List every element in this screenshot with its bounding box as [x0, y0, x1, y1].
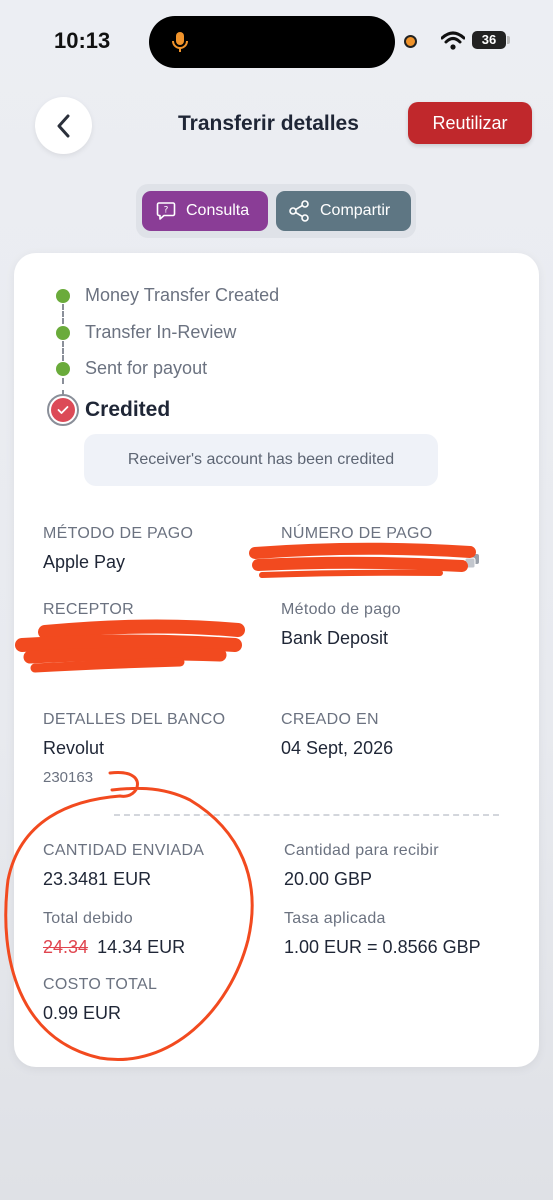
step-complete-dot — [56, 325, 70, 340]
transfer-detail-card: Money Transfer Created Transfer In-Revie… — [14, 253, 539, 1067]
step-current-ring — [47, 394, 79, 426]
share-icon — [289, 200, 309, 222]
step-label: Sent for payout — [85, 358, 208, 378]
step-label: Credited — [85, 398, 171, 421]
original-amount: 24.34 — [43, 937, 89, 957]
consulta-button[interactable]: ? Consulta — [142, 191, 268, 231]
field-label: Método de pago — [281, 601, 401, 618]
field-value: 04 Sept, 2026 — [281, 738, 394, 758]
payment-method-field: MÉTODO DE PAGO Apple Pay — [43, 525, 193, 573]
section-divider — [114, 814, 499, 816]
total-cost-field: COSTO TOTAL 0.99 EUR — [43, 976, 157, 1024]
field-label: RECEPTOR — [43, 601, 135, 618]
amount-sent-field: CANTIDAD ENVIADA 23.3481 EUR — [43, 842, 204, 890]
field-value: 23.3481 EUR — [43, 869, 152, 889]
wifi-icon — [441, 31, 465, 50]
field-label: Tasa aplicada — [284, 910, 386, 927]
camera-indicator — [404, 35, 417, 48]
timeline-step-review: Transfer In-Review — [56, 322, 236, 343]
timeline-step-created: Money Transfer Created — [56, 285, 279, 306]
bank-code: 230163 — [43, 769, 94, 786]
field-value: 1.00 EUR = 0.8566 GBP — [284, 937, 481, 957]
step-complete-dot — [56, 361, 70, 376]
microphone-icon — [172, 32, 188, 52]
payment-number-field: NÚMERO DE PAGO — [281, 525, 432, 552]
checkmark-icon — [57, 406, 69, 414]
step-complete-dot — [56, 288, 70, 303]
step-label: Money Transfer Created — [85, 285, 280, 305]
field-label: COSTO TOTAL — [43, 976, 158, 993]
compartir-label: Compartir — [320, 202, 391, 219]
field-label: CANTIDAD ENVIADA — [43, 842, 205, 859]
total-due-field: Total debido 24.34 14.34 EUR — [43, 910, 185, 958]
field-label: NÚMERO DE PAGO — [281, 525, 433, 542]
field-label: DETALLES DEL BANCO — [43, 711, 226, 728]
bank-details-field: DETALLES DEL BANCO Revolut 230163 — [43, 711, 225, 786]
receiver-field: RECEPTOR — [43, 601, 134, 628]
credited-note: Receiver's account has been credited — [84, 434, 438, 486]
dynamic-island — [149, 16, 395, 68]
action-button-group: ? Consulta Compartir — [136, 184, 416, 238]
field-label: MÉTODO DE PAGO — [43, 525, 194, 542]
timeline-connector — [62, 304, 64, 324]
field-value: 0.99 EUR — [43, 1003, 122, 1023]
field-label: Total debido — [43, 910, 133, 927]
field-value: 24.34 14.34 EUR — [43, 937, 185, 958]
amount-receive-field: Cantidad para recibir 20.00 GBP — [284, 842, 439, 890]
timeline-step-payout: Sent for payout — [56, 358, 207, 379]
field-value: Apple Pay — [43, 552, 126, 572]
field-value: 20.00 GBP — [284, 869, 373, 889]
reuse-button[interactable]: Reutilizar — [408, 102, 532, 144]
discounted-amount: 14.34 EUR — [97, 937, 186, 957]
rate-field: Tasa aplicada 1.00 EUR = 0.8566 GBP — [284, 910, 481, 958]
page-title: Transferir detalles — [178, 112, 359, 135]
status-time: 10:13 — [54, 28, 111, 53]
compartir-button[interactable]: Compartir — [276, 191, 411, 231]
field-label: CREADO EN — [281, 711, 379, 728]
timeline-step-credited: Credited — [47, 394, 171, 426]
field-value: Bank Deposit — [281, 628, 389, 648]
delivery-method-field: Método de pago Bank Deposit — [281, 601, 401, 649]
chevron-left-icon — [57, 114, 69, 137]
created-field: CREADO EN 04 Sept, 2026 — [281, 711, 393, 759]
field-value: Revolut — [43, 738, 105, 758]
consulta-label: Consulta — [186, 202, 250, 219]
battery-icon: 36 — [472, 31, 510, 49]
copy-icon[interactable] — [464, 553, 480, 569]
chat-bubble-icon: ? — [156, 202, 176, 220]
field-label: Cantidad para recibir — [284, 842, 439, 859]
step-label: Transfer In-Review — [85, 322, 237, 342]
back-button[interactable] — [35, 97, 92, 154]
svg-text:?: ? — [164, 206, 169, 216]
